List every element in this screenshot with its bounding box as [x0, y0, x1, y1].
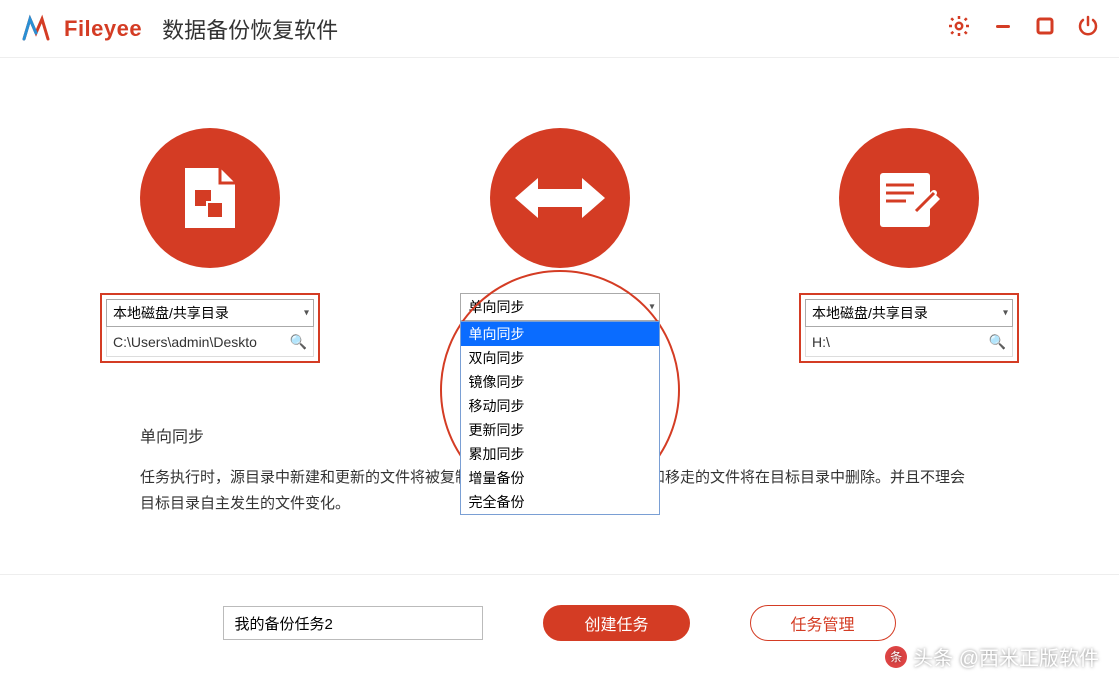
source-type-select[interactable]: 本地磁盘/共享目录 ▾: [106, 299, 314, 327]
source-type-label: 本地磁盘/共享目录: [113, 303, 229, 323]
minimize-icon[interactable]: [993, 16, 1013, 41]
target-column: 本地磁盘/共享目录 ▾ H:\ 🔍: [799, 128, 1019, 363]
sync-select-wrap: 单向同步 ▾ 单向同步双向同步镜像同步移动同步更新同步累加同步增量备份完全备份: [460, 293, 660, 321]
footer-bar: 创建任务 任务管理: [0, 574, 1119, 641]
app-name: Fileyee: [64, 16, 142, 42]
sync-circle-icon: [490, 128, 630, 268]
sync-option[interactable]: 完全备份: [461, 490, 659, 514]
sync-option[interactable]: 移动同步: [461, 394, 659, 418]
source-column: 本地磁盘/共享目录 ▾ C:\Users\admin\Deskto 🔍: [100, 128, 320, 363]
chevron-down-icon: ▾: [304, 308, 309, 319]
gear-icon[interactable]: [947, 14, 971, 43]
manage-task-button[interactable]: 任务管理: [750, 605, 896, 641]
app-logo-icon: [20, 13, 52, 45]
target-path-input[interactable]: H:\ 🔍: [805, 327, 1013, 357]
target-box: 本地磁盘/共享目录 ▾ H:\ 🔍: [799, 293, 1019, 363]
window-controls: [947, 14, 1099, 43]
sync-option[interactable]: 单向同步: [461, 322, 659, 346]
target-circle-icon: [839, 128, 979, 268]
target-type-label: 本地磁盘/共享目录: [812, 303, 928, 323]
chevron-down-icon: ▾: [649, 302, 654, 313]
sync-option[interactable]: 镜像同步: [461, 370, 659, 394]
sync-column: 单向同步 ▾ 单向同步双向同步镜像同步移动同步更新同步累加同步增量备份完全备份: [450, 128, 670, 321]
maximize-icon[interactable]: [1035, 16, 1055, 41]
create-task-button[interactable]: 创建任务: [543, 605, 689, 641]
sync-current-label: 单向同步: [469, 297, 525, 317]
power-icon[interactable]: [1077, 15, 1099, 42]
watermark-text: 头条 @西米正版软件: [913, 642, 1099, 671]
task-name-input[interactable]: [223, 606, 483, 640]
source-path-text: C:\Users\admin\Deskto: [113, 334, 257, 350]
sync-dropdown: 单向同步双向同步镜像同步移动同步更新同步累加同步增量备份完全备份: [460, 321, 660, 515]
sync-option[interactable]: 增量备份: [461, 466, 659, 490]
sync-mode-select[interactable]: 单向同步 ▾: [460, 293, 660, 321]
source-circle-icon: [140, 128, 280, 268]
sync-option[interactable]: 累加同步: [461, 442, 659, 466]
search-icon: 🔍: [290, 333, 307, 350]
search-icon: 🔍: [989, 333, 1006, 350]
target-type-select[interactable]: 本地磁盘/共享目录 ▾: [805, 299, 1013, 327]
sync-option[interactable]: 更新同步: [461, 418, 659, 442]
titlebar-left: Fileyee 数据备份恢复软件: [20, 13, 338, 45]
titlebar: Fileyee 数据备份恢复软件: [0, 0, 1119, 58]
source-box: 本地磁盘/共享目录 ▾ C:\Users\admin\Deskto 🔍: [100, 293, 320, 363]
source-path-input[interactable]: C:\Users\admin\Deskto 🔍: [106, 327, 314, 357]
watermark-icon: 条: [885, 646, 907, 668]
watermark: 条 头条 @西米正版软件: [885, 642, 1099, 671]
app-subtitle: 数据备份恢复软件: [162, 13, 338, 45]
target-path-text: H:\: [812, 334, 830, 350]
chevron-down-icon: ▾: [1003, 308, 1008, 319]
sync-option[interactable]: 双向同步: [461, 346, 659, 370]
